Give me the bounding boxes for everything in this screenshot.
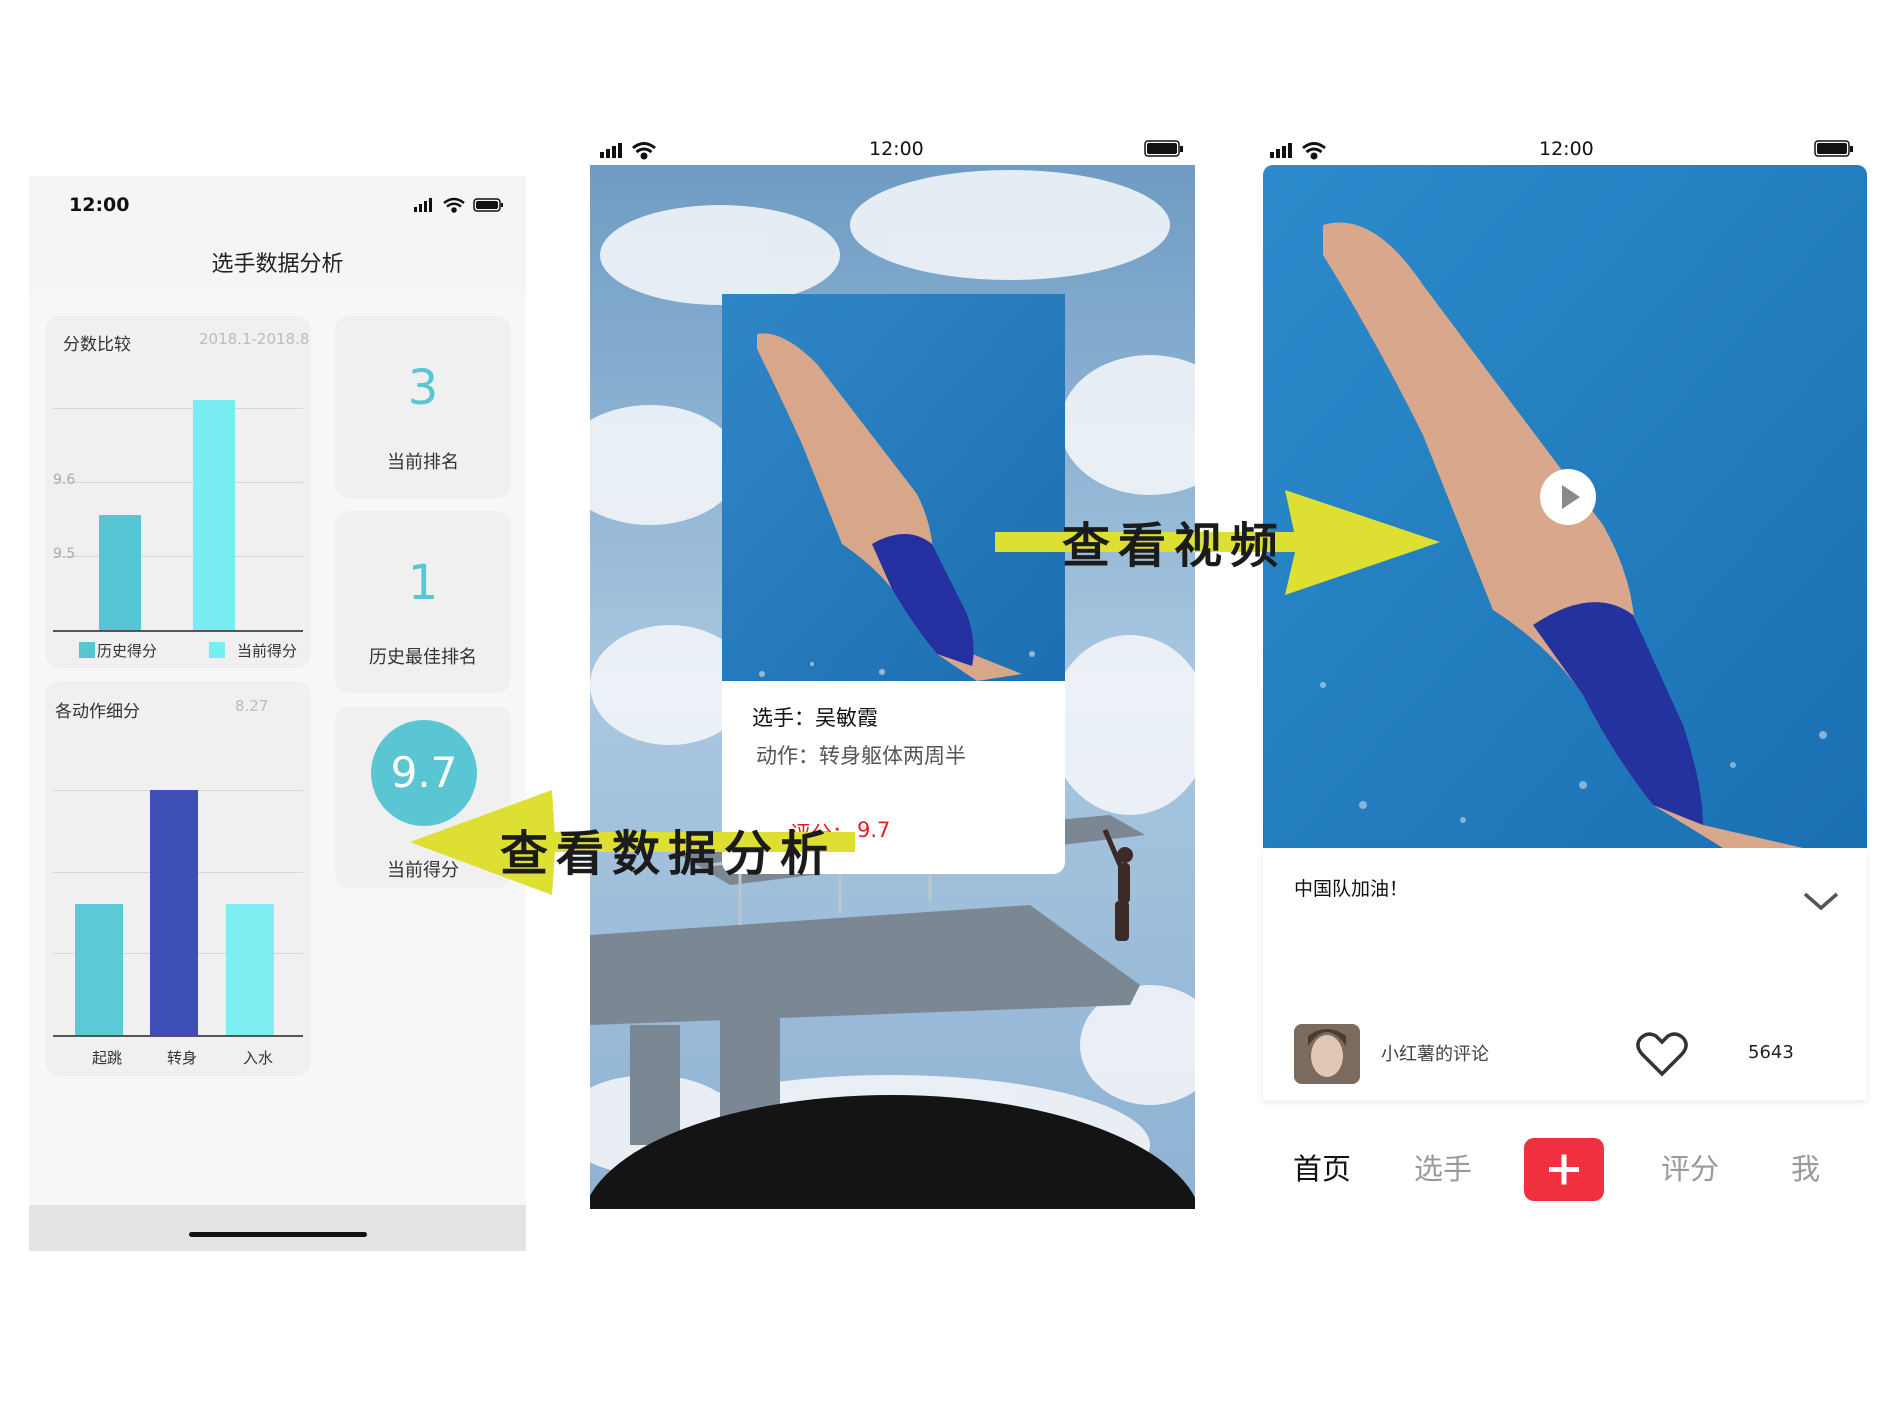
score-compare-card: 分数比较 2018.1-2018.8 9.6 9.5 历史得分 当前得分 [45,316,311,668]
x-tick-label: 入水 [242,1049,273,1067]
action-breakdown-card: 各动作细分 8.27 起跳 转身 入水 [45,681,311,1076]
athlete-name: 选手：吴敏霞 [752,706,878,730]
best-rank-label: 历史最佳排名 [369,647,477,668]
bar-2 [226,904,274,1035]
battery-icon [1144,140,1183,157]
status-time: 12:00 [69,194,130,216]
status-time: 12:00 [869,138,924,160]
video-caption: 中国队加油！ [1294,878,1409,900]
analysis-screen: 12:00 选手数据分析 分数比较 2018.1-2018.8 9.6 9.5 … [29,176,526,1251]
current-rank-card[interactable]: 3 当前排名 [335,316,511,498]
bottom-bar [29,1205,526,1251]
avatar-image [1294,1024,1360,1084]
dive-photo [722,294,1065,681]
x-axis [53,630,303,632]
dive-action: 动作：转身躯体两周半 [756,744,966,768]
battery-icon [473,198,503,212]
status-icons-left [600,142,656,160]
score-value: 9.7 [857,818,891,842]
current-rank-value: 3 [407,360,439,416]
signal-icon [1270,143,1292,158]
view-analysis-annotation: 查看数据分析 [500,826,837,882]
commenter-label[interactable]: 小红薯的评论 [1381,1040,1489,1066]
best-rank-value: 1 [407,555,439,611]
wifi-icon [443,197,465,213]
chevron-down-icon[interactable] [1801,890,1841,914]
battery-icon [1814,140,1853,157]
status-icons [414,197,503,213]
play-icon [1562,485,1580,509]
current-rank-label: 当前排名 [387,452,459,473]
wifi-icon [1302,142,1326,160]
legend-label: 历史得分 [97,642,158,660]
x-tick-label: 转身 [166,1049,197,1067]
avatar[interactable] [1294,1024,1360,1084]
add-button[interactable] [1524,1138,1604,1201]
status-time: 12:00 [1539,138,1594,160]
legend-swatch-current [209,642,225,658]
page-title: 选手数据分析 [211,252,344,277]
comment-panel: 中国队加油！ 小红薯的评论 5643 [1263,848,1867,1100]
wifi-icon [632,142,656,160]
score-compare-bars [45,316,311,668]
heart-icon[interactable] [1635,1030,1689,1078]
signal-icon [414,198,432,212]
best-rank-card[interactable]: 1 历史最佳排名 [335,511,511,693]
bar-0 [99,515,141,630]
x-tick-label: 起跳 [91,1049,122,1067]
signal-icon [600,143,622,158]
plus-icon [1549,1154,1579,1185]
status-icons-left [1270,142,1326,160]
legend-label: 当前得分 [237,642,298,660]
legend-swatch-history [79,642,95,658]
like-count: 5643 [1748,1042,1794,1063]
tab-home[interactable]: 首页 [1293,1146,1351,1188]
tab-athletes[interactable]: 选手 [1414,1146,1472,1188]
action-breakdown-bars [45,681,311,1076]
home-indicator[interactable] [189,1232,367,1237]
bar-0 [75,904,123,1035]
bar-1 [193,400,235,630]
view-video-annotation: 查看视频 [1062,518,1287,574]
bar-1 [150,790,198,1035]
tab-me[interactable]: 我 [1791,1146,1820,1188]
x-axis [53,1035,303,1037]
tab-score[interactable]: 评分 [1661,1146,1719,1188]
play-button[interactable] [1540,469,1596,525]
